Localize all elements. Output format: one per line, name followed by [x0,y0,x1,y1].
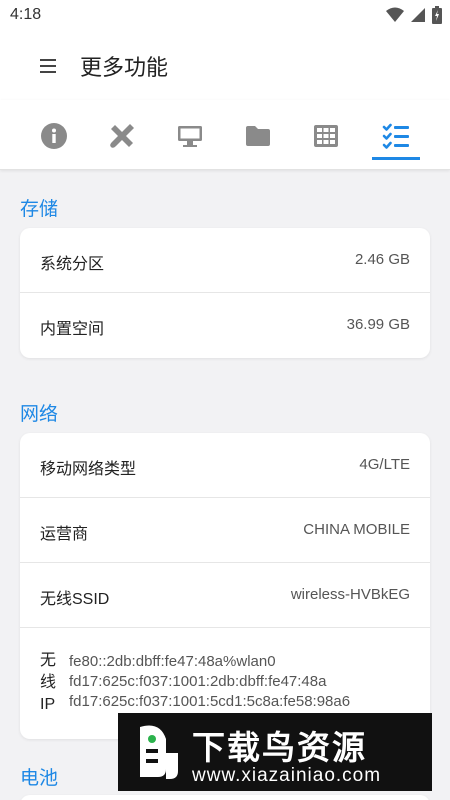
tab-tools[interactable] [98,114,146,158]
info-icon [41,123,67,149]
ip-address: fe80::2db:dbff:fe47:48a%wlan0 [69,653,276,670]
row-label: 移动网络类型 [40,461,137,478]
row-label: 内置空间 [40,321,105,338]
row-label: 无 线 IP [40,652,57,713]
ip-address: fd17:625c:f037:1001:2db:dbff:fe47:48a [69,673,327,690]
list-item: 移动网络类型 4G/LTE [20,433,430,498]
monitor-icon [178,126,202,147]
tools-icon [110,124,134,148]
ip-address: fd17:625c:f037:1001:5cd1:5c8a:fe58:98a6 [69,693,351,710]
bird-logo-icon [140,725,178,779]
network-card: 移动网络类型 4G/LTE 运营商 CHINA MOBILE 无线SSID wi… [20,433,430,739]
signal-icon [411,8,425,22]
list-item: 无线SSID wireless-HVBkEG [20,563,430,628]
section-title-storage: 存储 [20,199,59,220]
wifi-icon [386,7,404,22]
status-bar: 4:18 [0,0,450,32]
tab-display[interactable] [166,114,214,158]
storage-card: 系统分区 2.46 GB 内置空间 36.99 GB [20,228,430,358]
folder-icon [246,126,270,146]
tab-files[interactable] [234,114,282,158]
list-item: 系统分区 2.46 GB [20,228,430,293]
status-time: 4:18 [10,6,42,23]
list-item: 内置空间 36.99 GB [20,293,430,358]
checklist-icon [382,123,409,149]
row-label: 系统分区 [40,256,105,273]
battery-icon [432,6,442,24]
row-value: 4G/LTE [359,456,410,473]
row-value: 2.46 GB [354,251,410,268]
section-title-network: 网络 [20,404,59,425]
grid-icon [314,125,338,147]
row-label: 无线SSID [40,591,110,608]
page-title: 更多功能 [80,55,169,80]
category-tabs [0,100,450,170]
tab-info[interactable] [30,114,78,158]
app-bar: 更多功能 [0,32,450,100]
ip-address-list: fe80::2db:dbff:fe47:48a%wlan0 fd17:625c:… [69,652,350,712]
row-value: 36.99 GB [346,316,410,333]
row-value: CHINA MOBILE [303,521,410,538]
row-label: 运营商 [40,526,89,543]
watermark-url: www.xiazainiao.com [192,765,382,786]
row-value: wireless-HVBkEG [290,586,410,603]
watermark-title: 下载鸟资源 [192,729,367,766]
system-icons [386,6,442,24]
tab-apps[interactable] [302,114,350,158]
section-title-battery: 电池 [20,768,59,789]
watermark-banner: 下载鸟资源 www.xiazainiao.com [118,713,432,791]
battery-card [20,795,430,800]
menu-icon[interactable] [38,54,62,78]
tab-more[interactable] [372,114,420,160]
list-item: 运营商 CHINA MOBILE [20,498,430,563]
